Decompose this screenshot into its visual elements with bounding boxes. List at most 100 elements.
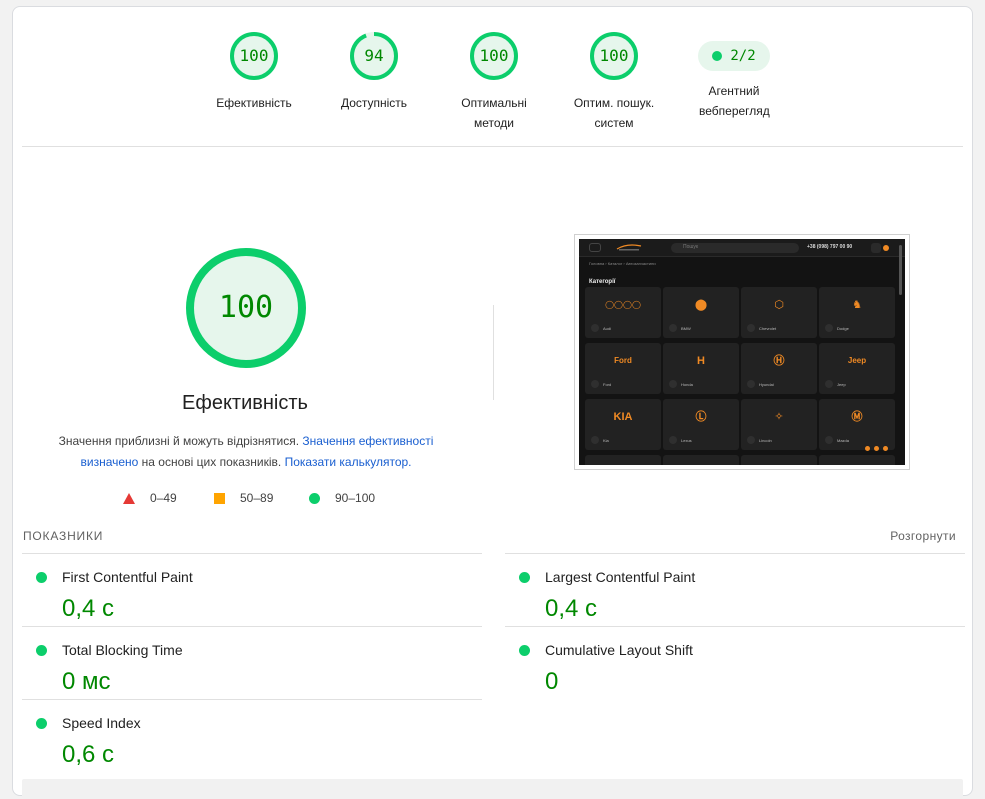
bottom-bar bbox=[22, 779, 963, 799]
pass-dot-icon bbox=[519, 645, 530, 656]
legend-average: 50–89 bbox=[214, 489, 273, 507]
metric-cls: Cumulative Layout Shift 0 bbox=[505, 636, 965, 700]
metric-separator bbox=[22, 699, 482, 700]
arrow-icon bbox=[591, 380, 599, 388]
brand-tile bbox=[819, 455, 895, 465]
brand-name: Kia bbox=[603, 438, 609, 443]
arrow-icon bbox=[669, 380, 677, 388]
brand-tile bbox=[663, 455, 739, 465]
gauge-ring: 100 bbox=[229, 31, 279, 81]
gauge-performance[interactable]: 100 Ефективність bbox=[199, 31, 309, 113]
brand-name: Jeep bbox=[837, 382, 846, 387]
report-card: 100 Ефективність 94 Доступність 100 Опти… bbox=[12, 6, 973, 799]
gauge-label: Ефективність bbox=[216, 96, 292, 110]
metric-value: 0,6 с bbox=[62, 741, 115, 768]
legend-label: 0–49 bbox=[150, 491, 177, 505]
arrow-icon bbox=[669, 436, 677, 444]
main-score: 100 bbox=[218, 290, 274, 325]
gauge-label: Оптимальні методи bbox=[461, 96, 527, 130]
agentic-value: 2/2 bbox=[730, 48, 756, 64]
arrow-icon bbox=[825, 436, 833, 444]
brand-name: Ford bbox=[603, 382, 612, 387]
gauge-score: 100 bbox=[599, 46, 629, 65]
arrow-icon bbox=[825, 324, 833, 332]
metric-name: Speed Index bbox=[62, 715, 141, 731]
brand-name: Mazda bbox=[837, 438, 850, 443]
brand-logo-icon: ♞ bbox=[852, 299, 862, 311]
brand-tile: H Honda bbox=[663, 343, 739, 394]
site-header: Пошук +38 (098) 797 00 90 bbox=[579, 239, 905, 257]
legend-pass: 90–100 bbox=[309, 489, 375, 507]
gauge-score: 100 bbox=[479, 46, 509, 65]
gauge-ring: 100 bbox=[589, 31, 639, 81]
brand-name: Audi bbox=[603, 326, 612, 331]
pass-dot-icon bbox=[36, 645, 47, 656]
metric-separator bbox=[22, 626, 482, 627]
legend-label: 50–89 bbox=[240, 491, 274, 505]
gauge-ring: 100 bbox=[469, 31, 519, 81]
score-gauges: 100 Ефективність 94 Доступність 100 Опти… bbox=[13, 7, 972, 146]
site-breadcrumb: Головна › Каталог › Автозапчастини bbox=[589, 261, 656, 266]
gauge-score: 100 bbox=[239, 46, 269, 65]
expand-toggle[interactable]: Розгорнути bbox=[890, 529, 956, 543]
metric-fcp: First Contentful Paint 0,4 с bbox=[22, 563, 482, 627]
vertical-divider bbox=[493, 305, 494, 400]
gauge-seo[interactable]: 100 Оптим. пошук. систем bbox=[559, 31, 669, 133]
menu-icon bbox=[589, 243, 601, 252]
brand-logo-icon: Ford bbox=[614, 356, 632, 365]
metric-name: First Contentful Paint bbox=[62, 569, 193, 585]
arrow-icon bbox=[747, 436, 755, 444]
brand-tile bbox=[741, 455, 817, 465]
desc-text: на основі цих показників. bbox=[141, 455, 282, 469]
site-button-icon bbox=[871, 243, 881, 253]
metrics-heading: ПОКАЗНИКИ bbox=[23, 529, 104, 543]
site-heading: Категорії bbox=[589, 279, 616, 285]
brand-logo-icon: Jeep bbox=[847, 356, 867, 365]
gauge-score: 94 bbox=[364, 46, 384, 65]
arrow-icon bbox=[825, 380, 833, 388]
brand-name: Chevrolet bbox=[759, 326, 777, 331]
metric-name: Total Blocking Time bbox=[62, 642, 183, 658]
brand-name: Dodge bbox=[837, 326, 849, 331]
brand-tile bbox=[585, 455, 661, 465]
brand-logo-icon: Ⓜ bbox=[851, 411, 863, 423]
final-screenshot[interactable]: Пошук +38 (098) 797 00 90 Головна › Ката… bbox=[574, 234, 910, 470]
brand-tile: Ford Ford bbox=[585, 343, 661, 394]
gauge-best-practices[interactable]: 100 Оптимальні методи bbox=[439, 31, 549, 133]
gauge-label: Доступність bbox=[340, 96, 408, 110]
metric-name: Largest Contentful Paint bbox=[545, 569, 696, 585]
brand-logo-icon: ⬡ bbox=[774, 299, 784, 311]
arrow-icon bbox=[669, 324, 677, 332]
scrollbar bbox=[899, 245, 902, 295]
metric-value: 0 bbox=[545, 668, 559, 695]
metric-separator bbox=[505, 553, 965, 554]
brand-tile: ⬤ BMW bbox=[663, 287, 739, 338]
metric-value: 0 мс bbox=[62, 668, 111, 695]
site-cart-icon bbox=[883, 245, 889, 251]
metric-tbt: Total Blocking Time 0 мс bbox=[22, 636, 482, 700]
brand-name: Hyundai bbox=[759, 382, 774, 387]
site-search: Пошук bbox=[671, 243, 799, 253]
gauge-label: Оптим. пошук. систем bbox=[573, 96, 655, 130]
performance-description: Значення приблизні й можуть відрізнятися… bbox=[51, 431, 441, 473]
brand-logo-icon: Ⓗ bbox=[773, 355, 785, 367]
legend-fail: 0–49 bbox=[123, 489, 177, 507]
metric-name: Cumulative Layout Shift bbox=[545, 642, 693, 658]
average-square-icon bbox=[214, 492, 225, 504]
performance-title: Ефективність bbox=[182, 392, 308, 414]
brand-logo-icon: ◯◯◯◯ bbox=[605, 300, 641, 309]
desc-text: Значення приблизні й можуть відрізнятися… bbox=[58, 434, 300, 448]
arrow-icon bbox=[747, 324, 755, 332]
brand-name: Lincoln bbox=[759, 438, 772, 443]
metric-value: 0,4 с bbox=[545, 595, 598, 622]
calculator-link[interactable]: Показати калькулятор. bbox=[285, 455, 412, 469]
gauge-agentic-browsing[interactable]: 2/2 Агентний вебперегляд bbox=[679, 31, 789, 121]
gauge-accessibility[interactable]: 94 Доступність bbox=[319, 31, 429, 113]
site-search-placeholder: Пошук bbox=[683, 244, 699, 250]
metric-lcp: Largest Contentful Paint 0,4 с bbox=[505, 563, 965, 627]
pass-dot-icon bbox=[712, 51, 723, 61]
metric-separator bbox=[22, 553, 482, 554]
brand-tile: ♞ Dodge bbox=[819, 287, 895, 338]
brand-logo-icon: ⬤ bbox=[694, 299, 708, 311]
fail-triangle-icon bbox=[123, 492, 135, 504]
